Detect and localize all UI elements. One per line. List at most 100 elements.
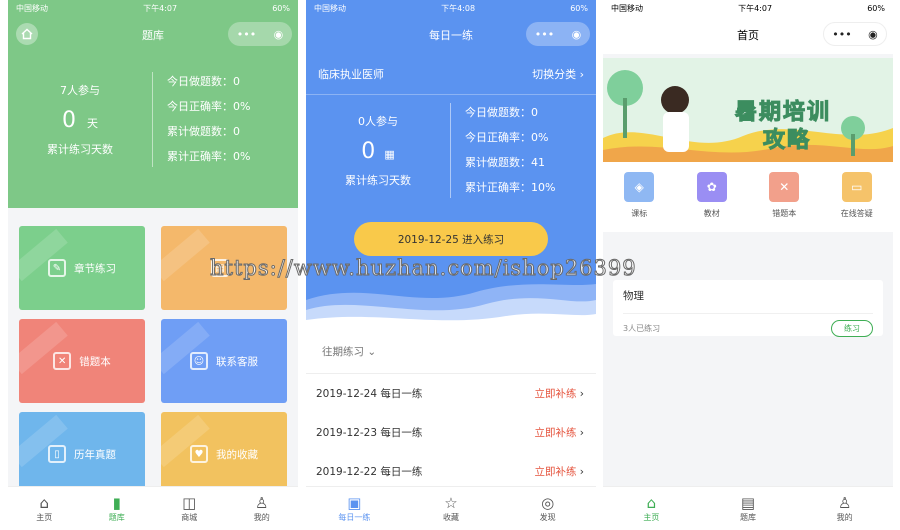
days-label: 累计练习天数 (345, 173, 411, 187)
tile-chapter-practice[interactable]: ✎ 章节练习 (19, 226, 145, 310)
days-value: 0 (361, 138, 376, 164)
stat-item: 今日做题数：0 (167, 75, 240, 88)
stat-item: 今日正确率：0% (167, 100, 251, 113)
star-icon: ☆ (444, 494, 458, 512)
home-header: 中国移动 下午4:07 60% 首页 ••• ◉ (603, 0, 893, 54)
tile-past-exams[interactable]: ▯ 历年真题 (19, 412, 145, 496)
bag-icon: ◫ (182, 494, 197, 512)
tab-favorites[interactable]: ☆ 收藏 (403, 487, 500, 530)
capsule-menu[interactable]: ••• ◉ (823, 22, 887, 46)
shortcut-online-qa[interactable]: ▭ 在线答疑 (821, 172, 894, 232)
tab-question-bank[interactable]: ▤ 题库 (700, 487, 797, 530)
page-title: 每日一练 (429, 29, 473, 42)
close-target-icon[interactable]: ◉ (274, 28, 284, 41)
textbook-icon: ✿ (696, 172, 727, 202)
battery: 60% (570, 3, 588, 13)
wrong-book-icon: ✕ (769, 172, 800, 202)
practice-count: 3人已练习 (623, 324, 661, 333)
stat-item: 累计正确率：10% (465, 181, 556, 194)
stats-header: 中国移动 下午4:07 60% 题库 ••• ◉ 7人参与 0 天 累计练习天数… (8, 0, 298, 208)
page-title: 首页 (737, 29, 759, 42)
capsule-menu[interactable]: ••• ◉ (526, 22, 590, 46)
stats-row: 0人参与 0 ▦ 累计练习天数 今日做题数：0 今日正确率：0% 累计做题数：4… (306, 95, 596, 205)
curriculum-icon: ◈ (624, 172, 655, 202)
banner-title-2: 攻略 (762, 128, 812, 154)
promo-banner[interactable]: 暑期培训 攻略 (603, 58, 893, 162)
nav-bar: 每日一练 ••• ◉ (306, 16, 596, 54)
document-icon: ▯ (48, 445, 66, 463)
wrong-book-icon: ✕ (53, 352, 72, 370)
page-title: 题库 (142, 29, 164, 42)
chevron-right-icon: › (579, 68, 584, 81)
clock: 下午4:07 (738, 3, 773, 13)
stat-item: 累计做题数：0 (167, 125, 240, 138)
tab-bar: ⌂ 主页 ▤ 题库 ♙ 我的 (603, 486, 893, 530)
user-icon: ♙ (837, 494, 852, 512)
subject-card[interactable]: 物理 3人已练习 练习 (613, 280, 883, 337)
battery: 60% (867, 3, 885, 13)
enter-practice-button[interactable]: 2019-12-25 进入练习 (354, 222, 548, 256)
capsule-menu[interactable]: ••• ◉ (228, 22, 292, 46)
home-icon: ⌂ (646, 494, 657, 512)
days-label: 累计练习天数 (47, 142, 113, 156)
discover-icon: ◎ (541, 494, 555, 512)
switch-category-link[interactable]: 切换分类 › (532, 66, 584, 82)
stats-row: 7人参与 0 天 累计练习天数 今日做题数：0 今日正确率：0% 累计做题数：0… (8, 54, 298, 184)
tab-question-bank[interactable]: ▮ 题库 (81, 487, 154, 530)
tab-mall[interactable]: ◫ 商城 (153, 487, 226, 530)
stat-item: 今日正确率：0% (465, 131, 549, 144)
days-value: 0 (61, 107, 76, 133)
tab-mine[interactable]: ♙ 我的 (796, 487, 893, 530)
tile-customer-service[interactable]: ☺ 联系客服 (161, 319, 287, 403)
stat-item: 累计正确率：0% (167, 150, 251, 163)
tab-discover[interactable]: ◎ 发现 (499, 487, 596, 530)
status-bar: 中国移动 下午4:07 60% (8, 0, 298, 16)
more-icon[interactable]: ••• (237, 28, 256, 41)
past-practice-header[interactable]: 往期练习 ⌄ (306, 330, 596, 374)
status-bar: 中国移动 下午4:08 60% (306, 0, 596, 16)
close-target-icon[interactable]: ◉ (868, 28, 878, 41)
stat-item: 累计做题数：41 (465, 156, 545, 169)
book-icon: ▤ (740, 494, 756, 512)
clock: 下午4:08 (441, 3, 476, 13)
user-icon: ♙ (255, 494, 269, 512)
close-target-icon[interactable]: ◉ (572, 28, 582, 41)
tab-daily-practice[interactable]: ▣ 每日一练 (306, 487, 403, 530)
shortcut-row: ◈ 课标 ✿ 教材 ✕ 错题本 ▭ 在线答疑 (603, 162, 893, 232)
tab-home[interactable]: ⌂ 主页 (8, 487, 81, 530)
chevron-right-icon: › (579, 427, 584, 439)
service-icon: ☺ (190, 352, 208, 370)
tab-home[interactable]: ⌂ 主页 (603, 487, 700, 530)
practice-button[interactable]: 练习 (831, 320, 873, 337)
stat-item: 今日做题数：0 (465, 106, 538, 119)
past-item[interactable]: 2019-12-23 每日一练 立即补练 › (306, 413, 596, 452)
shortcut-textbook[interactable]: ✿ 教材 (676, 172, 749, 232)
category-name: 临床执业医师 (318, 68, 384, 81)
carrier: 中国移动 (611, 3, 643, 13)
tab-bar: ▣ 每日一练 ☆ 收藏 ◎ 发现 (306, 486, 596, 530)
tab-mine[interactable]: ♙ 我的 (226, 487, 299, 530)
feature-grid: ✎ 章节练习 ▤ ✕ 错题本 ☺ 联系客服 ▯ 历年真题 ♥ 我的收藏 (8, 208, 298, 514)
chat-icon: ▭ (841, 172, 872, 202)
chevron-right-icon: › (579, 388, 584, 400)
chevron-down-icon: ⌄ (367, 346, 377, 358)
shortcut-curriculum[interactable]: ◈ 课标 (603, 172, 676, 232)
practice-days: 7人参与 0 天 累计练习天数 (8, 71, 153, 167)
past-item[interactable]: 2019-12-24 每日一练 立即补练 › (306, 374, 596, 413)
battery: 60% (272, 3, 290, 13)
practice-days: 0人参与 0 ▦ 累计练习天数 (306, 102, 451, 198)
more-icon[interactable]: ••• (832, 28, 851, 41)
subject-title: 物理 (623, 290, 644, 302)
shortcut-wrong-book[interactable]: ✕ 错题本 (748, 172, 821, 232)
tile-favorites[interactable]: ♥ 我的收藏 (161, 412, 287, 496)
nav-bar: 题库 ••• ◉ (8, 16, 298, 54)
home-icon: ⌂ (39, 494, 50, 512)
category-row: 临床执业医师 切换分类 › (306, 54, 596, 95)
participants: 0人参与 (358, 114, 398, 128)
more-icon[interactable]: ••• (535, 28, 554, 41)
home-icon[interactable] (16, 23, 38, 45)
tile-wrong-book[interactable]: ✕ 错题本 (19, 319, 145, 403)
book-icon: ▮ (112, 494, 121, 512)
status-bar: 中国移动 下午4:07 60% (603, 0, 893, 16)
watermark: https://www.huzhan.com/ishop26399 (210, 256, 637, 281)
